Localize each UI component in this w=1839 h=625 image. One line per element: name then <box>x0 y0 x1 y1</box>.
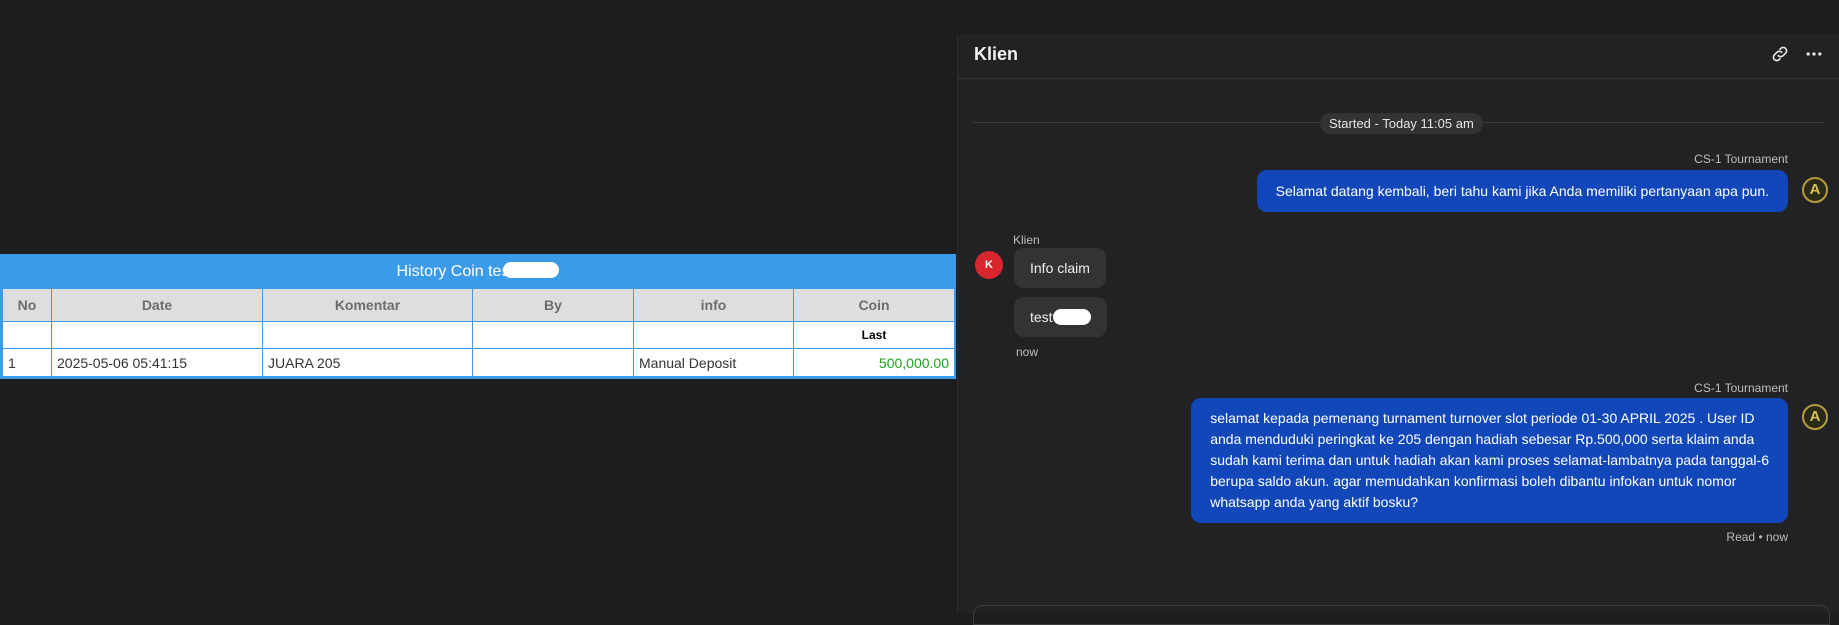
agent-message-bubble: Selamat datang kembali, beri tahu kami j… <box>1256 170 1788 212</box>
read-status: Read • now <box>1726 530 1788 544</box>
column-header-by[interactable]: By <box>472 288 634 322</box>
more-options-icon[interactable] <box>1804 44 1826 66</box>
cell-coin: 500,000.00 <box>793 348 954 377</box>
column-header-komentar[interactable]: Komentar <box>262 288 473 322</box>
history-table-title: History Coin tes <box>2 256 954 288</box>
agent-avatar: A <box>1802 177 1828 203</box>
sub-cell-empty <box>2 321 52 349</box>
chat-panel: Klien Started - Today 11:05 am CS-1 Tour… <box>957 34 1839 625</box>
table-header-row: No Date Komentar By info Coin <box>2 288 954 322</box>
agent-message-line: anda menduduki peringkat ke 205 dengan h… <box>1210 431 1755 447</box>
history-title-text: History Coin tes <box>396 263 510 280</box>
agent-name-label: CS-1 Tournament <box>1694 152 1788 166</box>
agent-avatar: A <box>1802 404 1828 430</box>
table-row[interactable]: 1 2025-05-06 05:41:15 JUARA 205 Manual D… <box>2 348 954 377</box>
client-avatar: K <box>975 251 1003 279</box>
column-header-no[interactable]: No <box>2 288 52 322</box>
agent-message-line: sudah kami terima dan untuk hadiah akan … <box>1210 452 1769 468</box>
sub-cell-empty <box>633 321 794 349</box>
client-message-time: now <box>1016 345 1039 359</box>
column-header-date[interactable]: Date <box>51 288 263 322</box>
client-message-bubble: Info claim <box>1014 248 1106 288</box>
message-composer[interactable] <box>973 605 1830 625</box>
cell-komentar: JUARA 205 <box>262 348 473 377</box>
sub-cell-last: Last <box>793 321 954 349</box>
cell-by <box>472 348 634 377</box>
chat-title: Klien <box>974 44 1019 64</box>
cell-info: Manual Deposit <box>633 348 794 377</box>
chat-header: Klien <box>958 34 1839 79</box>
link-icon[interactable] <box>1770 44 1792 66</box>
client-message-text: test <box>1030 309 1053 325</box>
table-subheader-row: Last <box>2 321 954 349</box>
sub-cell-empty <box>51 321 263 349</box>
agent-name-label: CS-1 Tournament <box>1694 381 1788 395</box>
session-started-pill: Started - Today 11:05 am <box>1320 113 1483 134</box>
client-message-bubble: test <box>1014 297 1107 337</box>
cell-no: 1 <box>2 348 52 377</box>
client-name-label: Klien <box>1013 233 1040 247</box>
agent-message-line: whatsapp anda yang aktif bosku? <box>1210 494 1419 510</box>
sub-cell-empty <box>472 321 634 349</box>
history-coin-table: History Coin tes No Date Komentar By inf… <box>0 254 956 379</box>
sub-cell-empty <box>262 321 473 349</box>
agent-message-line: selamat kepada pemenang turnament turnov… <box>1210 410 1755 426</box>
client-message-text: Info claim <box>1030 260 1090 276</box>
history-table: No Date Komentar By info Coin Last 1 202… <box>2 288 954 377</box>
agent-message-line: berupa saldo akun. agar memudahkan konfi… <box>1210 473 1737 489</box>
cell-date: 2025-05-06 05:41:15 <box>51 348 263 377</box>
column-header-coin[interactable]: Coin <box>793 288 954 322</box>
redacted-username <box>503 262 560 279</box>
redacted-username <box>1052 308 1091 325</box>
agent-message-bubble: selamat kepada pemenang turnament turnov… <box>1191 398 1788 523</box>
column-header-info[interactable]: info <box>633 288 794 322</box>
